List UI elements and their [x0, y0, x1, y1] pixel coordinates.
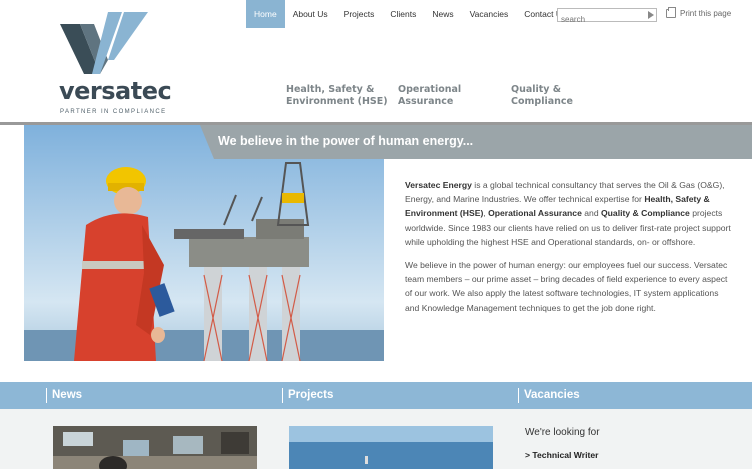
service-oa-line2: Assurance: [398, 96, 454, 107]
nav-clients[interactable]: Clients: [382, 0, 424, 28]
top-navigation: Home About Us Projects Clients News Vaca…: [246, 0, 574, 28]
vacancies-heading: We're looking for: [525, 427, 600, 438]
intro-qc: Quality & Compliance: [601, 208, 690, 219]
hero-banner-text: We believe in the power of human energy.…: [218, 134, 474, 148]
nav-news[interactable]: News: [424, 0, 461, 28]
logo-wordmark: versatec: [59, 77, 172, 105]
hero-photo-offshore-rig: [24, 125, 384, 361]
intro-paragraph-1: Versatec Energy is a global technical co…: [405, 178, 735, 249]
columns-header-bar: [0, 382, 752, 409]
play-arrow-icon[interactable]: [648, 11, 654, 19]
service-operational-assurance-link[interactable]: Operational Assurance: [398, 84, 461, 108]
printer-icon: [666, 7, 676, 18]
service-qc-line2: Compliance: [511, 96, 573, 107]
intro-text: Versatec Energy is a global technical co…: [405, 178, 735, 324]
intro-oa: Operational Assurance: [488, 208, 582, 219]
nav-about-us[interactable]: About Us: [285, 0, 336, 28]
nav-home[interactable]: Home: [246, 0, 285, 28]
projects-column-title[interactable]: Projects: [282, 388, 333, 403]
intro-paragraph-2: We believe in the power of human energy:…: [405, 260, 728, 313]
nav-vacancies[interactable]: Vacancies: [462, 0, 517, 28]
service-hse-link[interactable]: Health, Safety & Environment (HSE): [286, 84, 388, 108]
intro-brand: Versatec Energy: [405, 180, 472, 190]
versatec-logo[interactable]: versatec PARTNER IN COMPLIANCE: [58, 12, 172, 115]
vacancies-column-title[interactable]: Vacancies: [518, 388, 580, 403]
service-quality-compliance-link[interactable]: Quality & Compliance: [511, 84, 573, 108]
service-hse-line1: Health, Safety &: [286, 84, 375, 95]
news-thumbnail-image[interactable]: [53, 426, 257, 469]
service-qc-line1: Quality &: [511, 84, 562, 95]
print-label: Print this page: [680, 9, 732, 18]
vacancy-technical-writer-link[interactable]: > Technical Writer: [525, 450, 598, 460]
search-box: [557, 8, 657, 26]
print-page-link[interactable]: Print this page: [666, 7, 732, 18]
search-input[interactable]: [558, 13, 644, 26]
logo-tagline: PARTNER IN COMPLIANCE: [60, 109, 167, 115]
intro-text-3: and: [581, 208, 601, 219]
service-hse-line2: Environment (HSE): [286, 96, 388, 107]
nav-projects[interactable]: Projects: [336, 0, 383, 28]
news-column-title[interactable]: News: [46, 388, 82, 403]
projects-thumbnail-image[interactable]: [289, 426, 493, 469]
logo-mark-icon: [60, 12, 148, 74]
service-oa-line1: Operational: [398, 84, 462, 95]
